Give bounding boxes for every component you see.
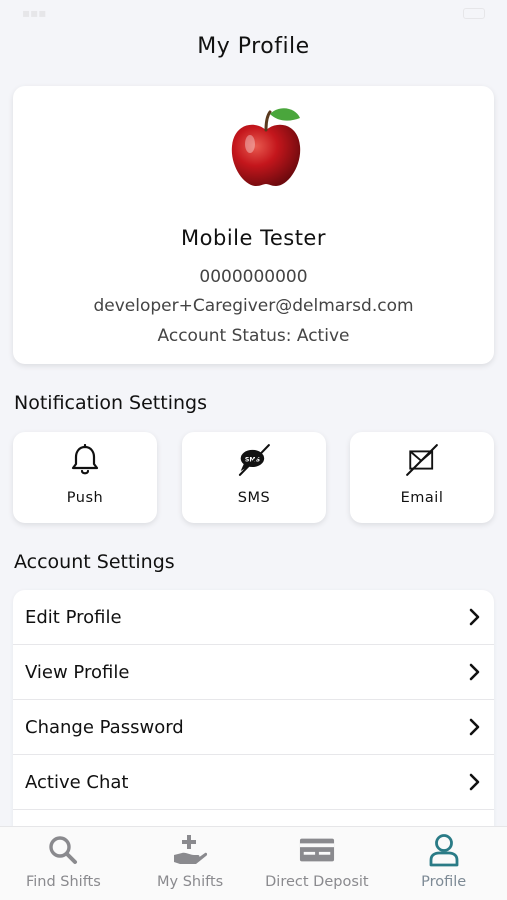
signal-icon: ▪▪▪ <box>22 6 47 20</box>
profile-card: Mobile Tester 0000000000 developer+Careg… <box>13 86 494 364</box>
email-label: Email <box>400 490 444 506</box>
chevron-right-icon <box>469 608 480 626</box>
sms-label: SMS <box>237 490 271 506</box>
notification-settings-heading: Notification Settings <box>14 392 207 414</box>
active-chat-item[interactable]: Active Chat <box>13 755 494 810</box>
push-label: Push <box>66 490 104 506</box>
bottom-tab-bar: Find Shifts My Shifts Direct Deposit Pro… <box>0 826 507 900</box>
hand-plus-icon <box>172 833 208 867</box>
edit-profile-item[interactable]: Edit Profile <box>13 590 494 645</box>
battery-icon <box>463 7 485 19</box>
tab-find-shifts-label: Find Shifts <box>25 874 101 890</box>
tab-my-shifts[interactable]: My Shifts <box>127 827 254 900</box>
profile-email: developer+Caregiver@delmarsd.com <box>93 296 414 316</box>
profile-phone: 0000000000 <box>199 267 308 287</box>
bell-icon <box>67 442 103 478</box>
profile-screen: ▪▪▪ My Profile Mobile Tester 0000000000 … <box>0 0 507 900</box>
email-off-icon <box>404 442 440 478</box>
change-password-item[interactable]: Change Password <box>13 700 494 755</box>
page-title: My Profile <box>197 34 310 59</box>
tab-profile[interactable]: Profile <box>380 827 507 900</box>
user-icon <box>426 833 462 867</box>
account-status: Account Status: Active <box>157 326 350 346</box>
sms-notification-toggle[interactable]: SMS SMS <box>182 432 326 523</box>
view-profile-item[interactable]: View Profile <box>13 645 494 700</box>
status-bar: ▪▪▪ <box>0 0 507 26</box>
search-icon <box>45 833 81 867</box>
tab-direct-deposit[interactable]: Direct Deposit <box>254 827 381 900</box>
push-notification-toggle[interactable]: Push <box>13 432 157 523</box>
chevron-right-icon <box>469 718 480 736</box>
chevron-right-icon <box>469 773 480 791</box>
account-settings-list: Edit Profile View Profile Change Passwor… <box>13 590 494 830</box>
edit-profile-label: Edit Profile <box>25 606 122 628</box>
tab-find-shifts[interactable]: Find Shifts <box>0 827 127 900</box>
apple-icon <box>231 108 301 186</box>
tab-direct-deposit-label: Direct Deposit <box>265 874 369 890</box>
tab-my-shifts-label: My Shifts <box>157 874 224 890</box>
email-notification-toggle[interactable]: Email <box>350 432 494 523</box>
sms-off-icon: SMS <box>236 442 272 478</box>
chevron-right-icon <box>469 663 480 681</box>
active-chat-label: Active Chat <box>25 771 129 793</box>
account-settings-heading: Account Settings <box>14 551 175 573</box>
tab-profile-label: Profile <box>421 874 467 890</box>
change-password-label: Change Password <box>25 716 184 738</box>
view-profile-label: View Profile <box>25 661 130 683</box>
profile-name: Mobile Tester <box>181 226 326 250</box>
card-icon <box>299 833 335 867</box>
